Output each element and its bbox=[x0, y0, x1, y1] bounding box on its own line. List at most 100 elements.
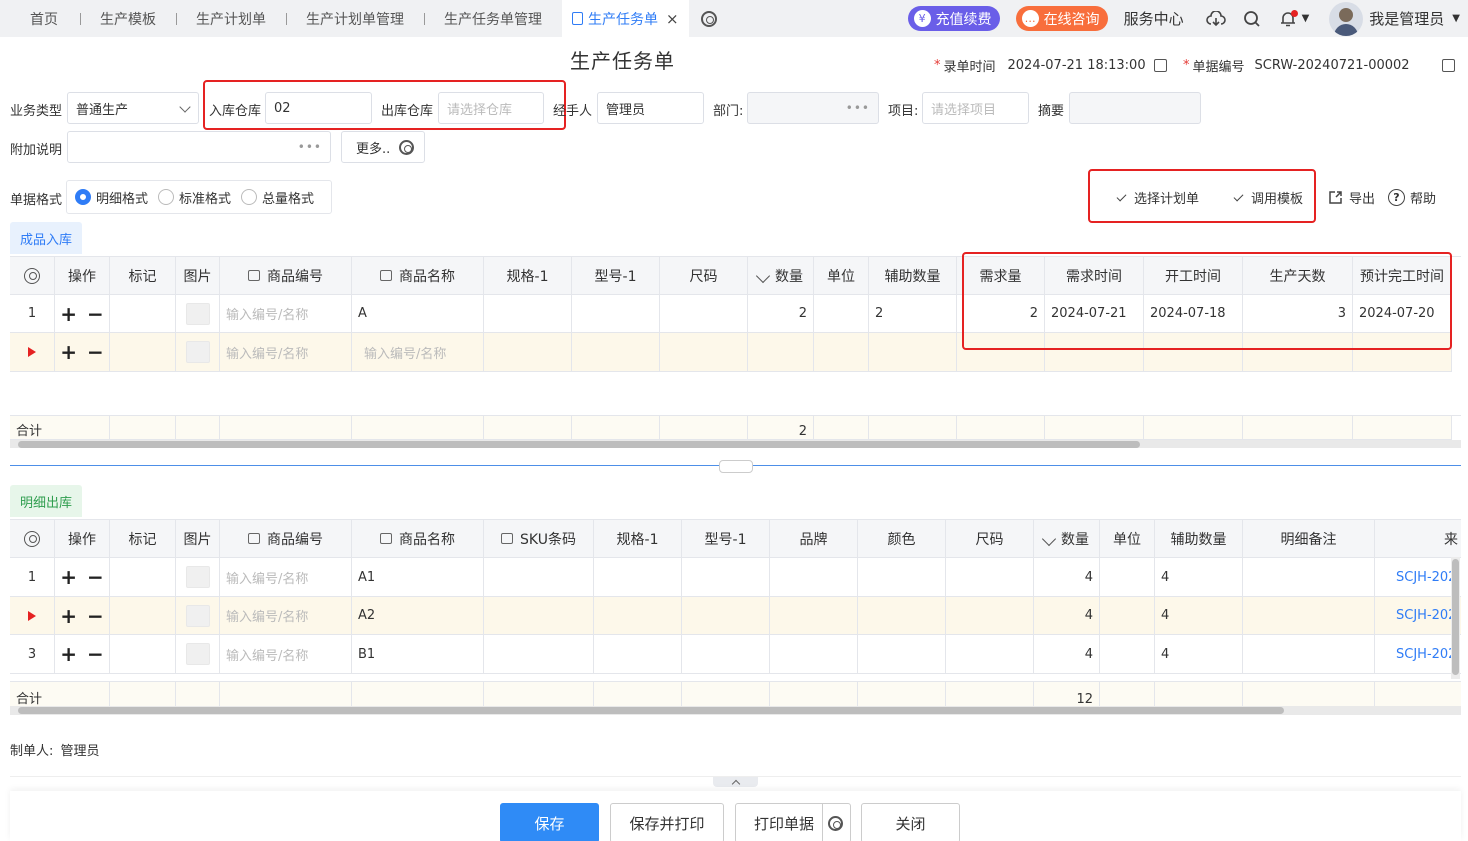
sku-cell[interactable] bbox=[484, 558, 594, 597]
collapse-handle[interactable] bbox=[713, 777, 758, 789]
sku-cell[interactable] bbox=[484, 597, 594, 635]
unit-cell[interactable] bbox=[1100, 558, 1155, 597]
size-cell[interactable] bbox=[946, 597, 1034, 635]
unit-cell[interactable] bbox=[814, 333, 869, 372]
scrollbar-thumb[interactable] bbox=[18, 441, 1140, 448]
brand-cell[interactable] bbox=[770, 635, 858, 674]
more-settings-button[interactable]: 更多.. bbox=[341, 131, 425, 163]
product-code-cell[interactable]: 输入编号/名称 bbox=[220, 333, 352, 372]
add-row-icon[interactable]: + bbox=[60, 642, 77, 666]
tab-production-task-mgmt[interactable]: 生产任务单管理 bbox=[424, 0, 562, 37]
project-input[interactable]: 请选择项目 bbox=[922, 92, 1029, 124]
remove-row-icon[interactable]: − bbox=[87, 302, 104, 326]
product-name-cell[interactable]: A1 bbox=[352, 558, 484, 597]
product-name-cell[interactable]: 输入编号/名称 bbox=[352, 333, 484, 372]
detail-remark-cell[interactable] bbox=[1243, 635, 1375, 674]
image-cell[interactable] bbox=[176, 597, 220, 635]
quantity-cell[interactable]: 4 bbox=[1034, 635, 1100, 674]
product-code-cell[interactable]: 输入编号/名称 bbox=[220, 295, 352, 333]
quantity-cell[interactable] bbox=[748, 333, 814, 372]
close-button[interactable]: 关闭 bbox=[861, 803, 960, 841]
aux-quantity-cell[interactable] bbox=[869, 333, 957, 372]
unit-cell[interactable] bbox=[814, 295, 869, 333]
user-dropdown-icon[interactable]: ▼ bbox=[1452, 13, 1460, 24]
horizontal-scrollbar[interactable] bbox=[10, 706, 1461, 715]
source-link[interactable]: SCJH-202 bbox=[1375, 635, 1461, 674]
handler-input[interactable]: 管理员 bbox=[597, 92, 704, 124]
aux-quantity-cell[interactable]: 4 bbox=[1155, 558, 1243, 597]
service-center-link[interactable]: 服务中心 bbox=[1124, 8, 1184, 29]
more-dots-icon[interactable]: ••• bbox=[298, 140, 322, 154]
aux-quantity-cell[interactable]: 4 bbox=[1155, 597, 1243, 635]
tab-production-plan-mgmt[interactable]: 生产计划单管理 bbox=[286, 0, 424, 37]
add-row-icon[interactable]: + bbox=[60, 604, 77, 628]
bell-dropdown-icon[interactable]: ▼ bbox=[1302, 13, 1310, 24]
source-link[interactable]: SCJH-202 bbox=[1375, 597, 1461, 635]
model-cell[interactable] bbox=[682, 558, 770, 597]
format-detail-radio[interactable]: 明细格式 bbox=[75, 188, 148, 207]
size-cell[interactable] bbox=[946, 635, 1034, 674]
remove-row-icon[interactable]: − bbox=[87, 340, 104, 364]
image-cell[interactable] bbox=[176, 333, 220, 372]
sku-cell[interactable] bbox=[484, 635, 594, 674]
detail-remark-cell[interactable] bbox=[1243, 597, 1375, 635]
save-print-button[interactable]: 保存并打印 bbox=[610, 803, 724, 841]
size-cell[interactable] bbox=[946, 558, 1034, 597]
help-button[interactable]: ? 帮助 bbox=[1388, 188, 1436, 207]
mark-cell[interactable] bbox=[110, 597, 176, 635]
dept-input[interactable]: ••• bbox=[747, 92, 879, 124]
model-cell[interactable] bbox=[572, 333, 660, 372]
remove-row-icon[interactable]: − bbox=[87, 565, 104, 589]
print-button[interactable]: 打印单据 bbox=[735, 803, 851, 841]
spec-cell[interactable] bbox=[594, 558, 682, 597]
spec-cell[interactable] bbox=[594, 635, 682, 674]
mark-cell[interactable] bbox=[110, 333, 176, 372]
format-total-radio[interactable]: 总量格式 bbox=[241, 188, 314, 207]
detail-remark-cell[interactable] bbox=[1243, 558, 1375, 597]
bell-icon[interactable] bbox=[1278, 9, 1298, 29]
table-row[interactable]: + − 输入编号/名称 A2 4 4 SCJH-202 bbox=[10, 597, 1461, 635]
product-name-cell[interactable]: A2 bbox=[352, 597, 484, 635]
scrollbar-thumb[interactable] bbox=[18, 707, 1284, 714]
search-icon[interactable] bbox=[1242, 9, 1262, 29]
size-cell[interactable] bbox=[660, 295, 748, 333]
scrollbar-thumb[interactable] bbox=[1452, 559, 1459, 675]
biz-type-select[interactable]: 普通生产 bbox=[67, 92, 199, 124]
unit-cell[interactable] bbox=[1100, 635, 1155, 674]
unit-cell[interactable] bbox=[1100, 597, 1155, 635]
add-row-icon[interactable]: + bbox=[60, 302, 77, 326]
remove-row-icon[interactable]: − bbox=[87, 604, 104, 628]
product-name-cell[interactable]: B1 bbox=[352, 635, 484, 674]
edit-icon[interactable] bbox=[1441, 59, 1455, 72]
quantity-cell[interactable]: 4 bbox=[1034, 597, 1100, 635]
mark-cell[interactable] bbox=[110, 635, 176, 674]
product-name-cell[interactable]: A bbox=[352, 295, 484, 333]
image-cell[interactable] bbox=[176, 295, 220, 333]
more-dots-icon[interactable]: ••• bbox=[846, 101, 870, 115]
online-consult-button[interactable]: … 在线咨询 bbox=[1015, 6, 1108, 31]
print-settings-gear-icon[interactable] bbox=[828, 816, 843, 831]
model-cell[interactable] bbox=[682, 597, 770, 635]
spec-cell[interactable] bbox=[484, 295, 572, 333]
image-cell[interactable] bbox=[176, 635, 220, 674]
add-row-icon[interactable]: + bbox=[60, 340, 77, 364]
quantity-cell[interactable]: 2 bbox=[748, 295, 814, 333]
tab-detail-out[interactable]: 明细出库 bbox=[10, 485, 83, 517]
add-row-icon[interactable]: + bbox=[60, 565, 77, 589]
edit-icon[interactable] bbox=[1153, 59, 1167, 72]
save-button[interactable]: 保存 bbox=[500, 803, 599, 841]
spec-cell[interactable] bbox=[484, 333, 572, 372]
source-link[interactable]: SCJH-202 bbox=[1375, 558, 1461, 597]
color-cell[interactable] bbox=[858, 558, 946, 597]
horizontal-scrollbar[interactable] bbox=[10, 440, 1461, 448]
column-settings-cell[interactable] bbox=[10, 520, 55, 558]
color-cell[interactable] bbox=[858, 635, 946, 674]
color-cell[interactable] bbox=[858, 597, 946, 635]
summary-input[interactable] bbox=[1069, 92, 1201, 124]
product-code-cell[interactable]: 输入编号/名称 bbox=[220, 635, 352, 674]
aux-quantity-cell[interactable]: 2 bbox=[869, 295, 957, 333]
tab-production-template[interactable]: 生产模板 bbox=[80, 0, 176, 37]
close-icon[interactable]: × bbox=[666, 10, 679, 28]
aux-quantity-cell[interactable]: 4 bbox=[1155, 635, 1243, 674]
product-code-cell[interactable]: 输入编号/名称 bbox=[220, 597, 352, 635]
